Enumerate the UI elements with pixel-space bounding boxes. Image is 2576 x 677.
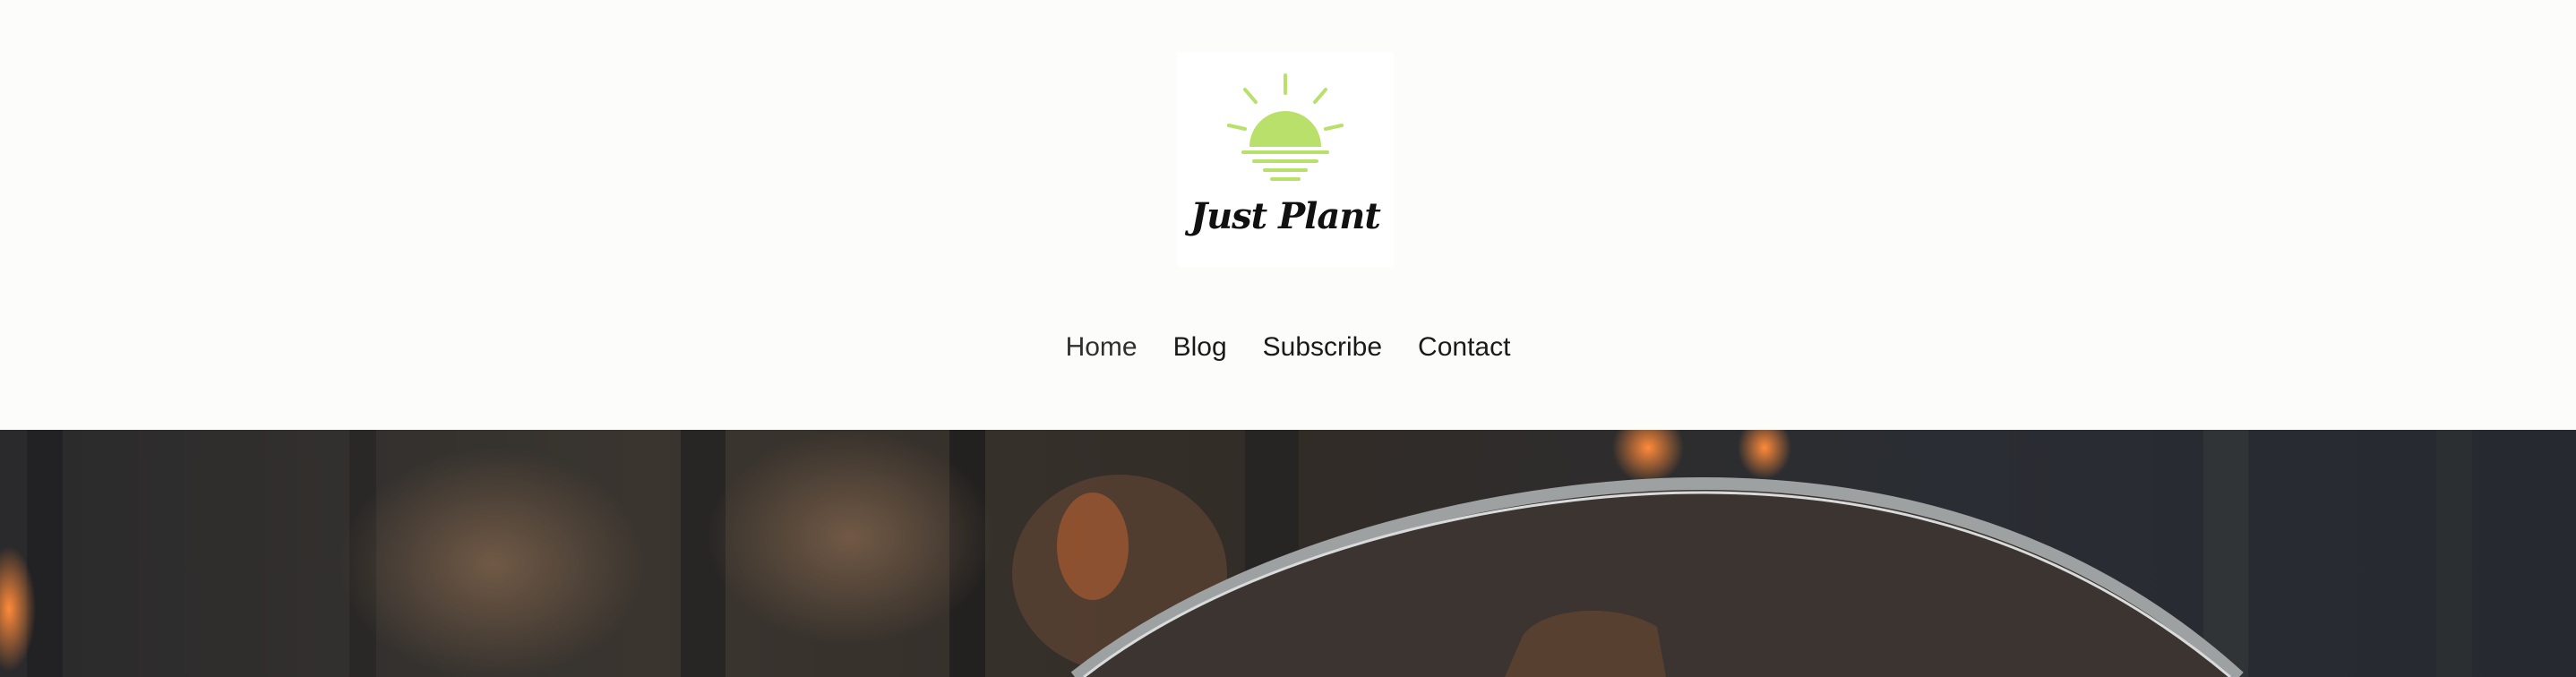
nav-item-home[interactable]: Home [1048, 328, 1155, 367]
sunrise-icon [1227, 73, 1344, 181]
main-navigation: Home Blog Subscribe Contact [0, 328, 2576, 367]
campfire-pot-photo [0, 430, 2576, 677]
site-header: Just Plant Home Blog Subscribe Contact [0, 0, 2576, 430]
nav-item-blog[interactable]: Blog [1155, 328, 1245, 367]
nav-item-contact[interactable]: Contact [1400, 328, 1528, 367]
nav-item-subscribe[interactable]: Subscribe [1245, 328, 1400, 367]
brand-name: Just Plant [1190, 195, 1381, 237]
site-logo[interactable]: Just Plant [1177, 52, 1394, 267]
hero-image [0, 430, 2576, 677]
page: Just Plant Home Blog Subscribe Contact [0, 0, 2576, 677]
